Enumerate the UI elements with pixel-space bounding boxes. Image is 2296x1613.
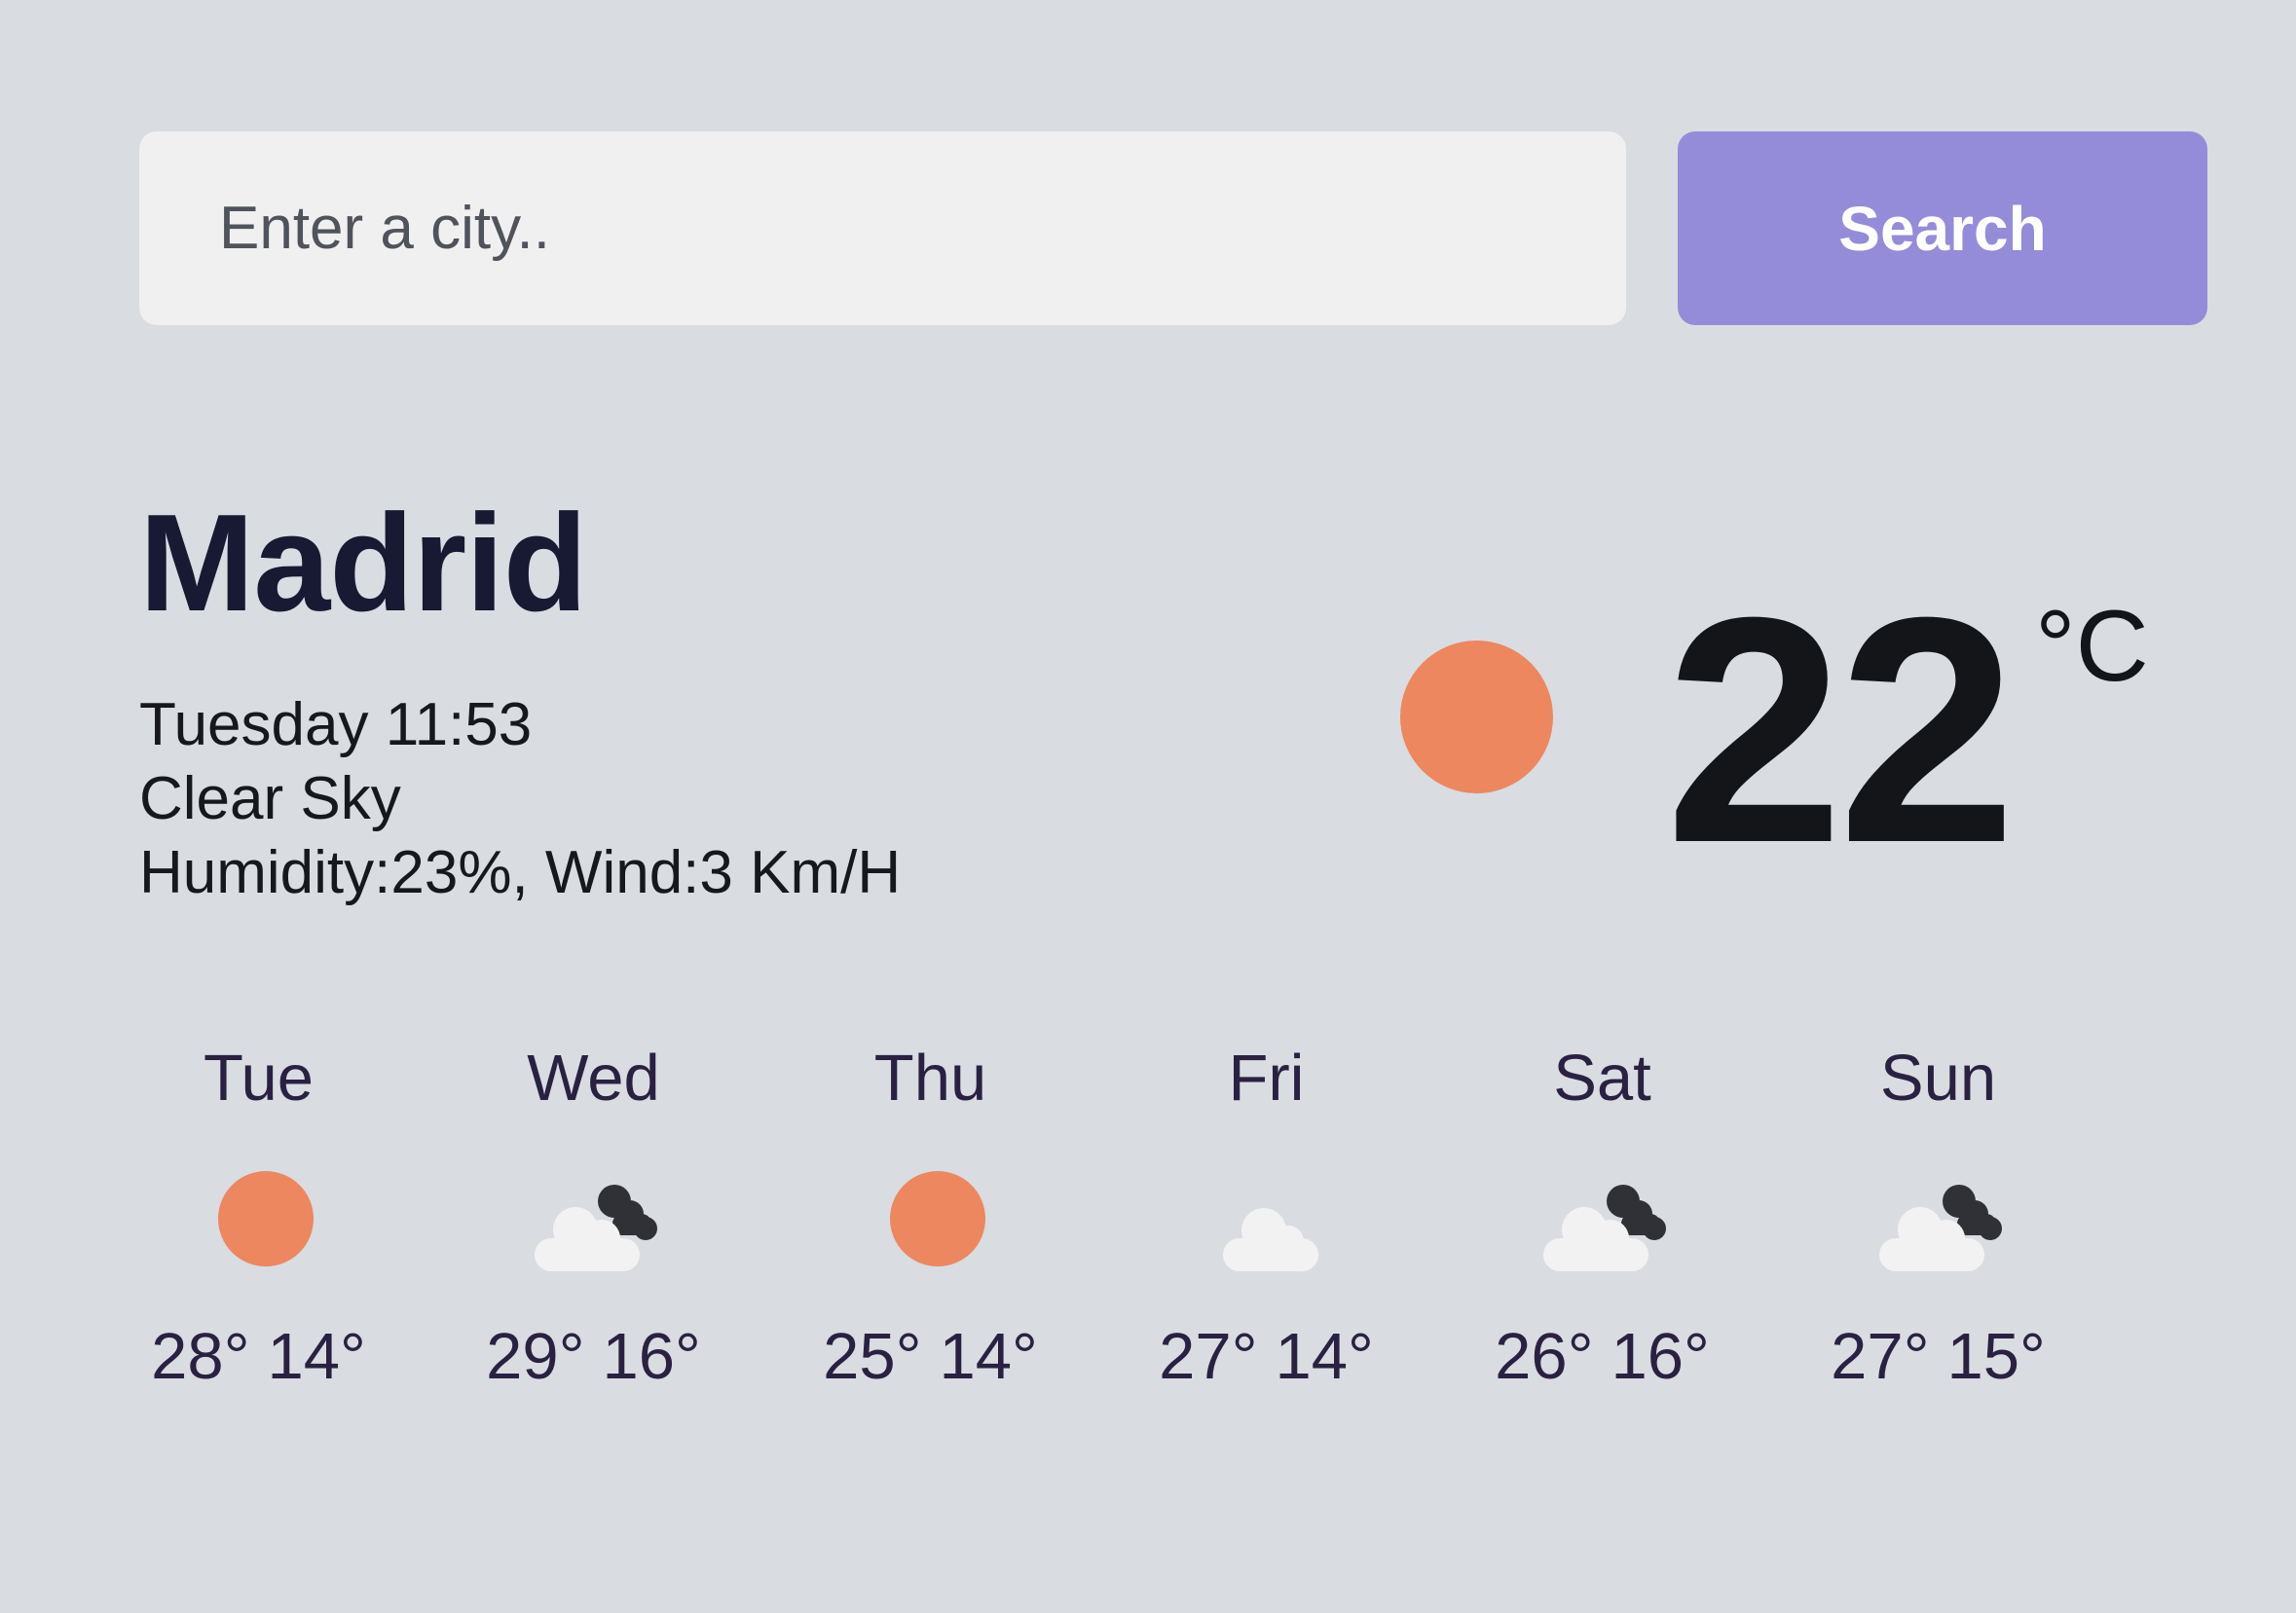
forecast-max-temp: 26° — [1495, 1320, 1594, 1393]
forecast-day: Sat 26° 16° — [1434, 1040, 1770, 1396]
current-details: Tuesday 11:53 Clear Sky Humidity:23%, Wi… — [139, 688, 901, 910]
cloudy-icon — [521, 1160, 667, 1277]
cloud-icon — [1194, 1160, 1340, 1277]
forecast-day-name: Tue — [204, 1042, 314, 1115]
temperature-unit: °C — [2035, 590, 2149, 703]
city-search-input[interactable] — [139, 131, 1626, 325]
forecast-temps: 26° 16° — [1434, 1318, 1770, 1396]
forecast-temps: 27° 14° — [1098, 1318, 1434, 1396]
cloudy-icon — [1866, 1160, 2012, 1277]
forecast-day-name: Wed — [527, 1042, 660, 1115]
forecast-temps: 28° 14° — [91, 1318, 426, 1396]
city-name: Madrid — [139, 486, 587, 641]
forecast-day: Fri 27° 14° — [1098, 1040, 1434, 1396]
forecast-day-name: Fri — [1228, 1042, 1305, 1115]
forecast-min-temp: 14° — [1275, 1320, 1374, 1393]
forecast-min-temp: 14° — [939, 1320, 1038, 1393]
current-humidity-wind: Humidity:23%, Wind:3 Km/H — [139, 839, 902, 906]
forecast-min-temp: 14° — [267, 1320, 366, 1393]
forecast: Tue 28° 14° Wed 29° 16° Thu 25° 14° Fri … — [0, 1040, 2296, 1429]
forecast-day: Tue 28° 14° — [91, 1040, 426, 1396]
current-condition: Clear Sky — [139, 765, 401, 832]
forecast-day-name: Thu — [873, 1042, 987, 1115]
search-button[interactable]: Search — [1678, 131, 2207, 325]
forecast-max-temp: 25° — [823, 1320, 922, 1393]
sun-icon — [1400, 641, 1553, 793]
forecast-min-temp: 16° — [1611, 1320, 1710, 1393]
forecast-temps: 27° 15° — [1770, 1318, 2106, 1396]
current-temperature: 22 — [1665, 550, 2017, 909]
forecast-max-temp: 29° — [486, 1320, 585, 1393]
forecast-day-name: Sun — [1879, 1042, 1997, 1115]
forecast-min-temp: 16° — [602, 1320, 701, 1393]
forecast-max-temp: 27° — [1159, 1320, 1258, 1393]
forecast-day: Wed 29° 16° — [426, 1040, 761, 1396]
forecast-temps: 25° 14° — [762, 1318, 1098, 1396]
forecast-min-temp: 15° — [1946, 1320, 2046, 1393]
forecast-day: Thu 25° 14° — [762, 1040, 1098, 1396]
sun-icon — [186, 1160, 332, 1277]
current-datetime: Tuesday 11:53 — [139, 691, 533, 758]
forecast-max-temp: 28° — [151, 1320, 250, 1393]
forecast-day-name: Sat — [1553, 1042, 1651, 1115]
sun-icon — [858, 1160, 1004, 1277]
weather-app: Search Madrid Tuesday 11:53 Clear Sky Hu… — [0, 0, 2296, 1613]
cloudy-icon — [1530, 1160, 1676, 1277]
forecast-temps: 29° 16° — [426, 1318, 761, 1396]
forecast-day: Sun 27° 15° — [1770, 1040, 2106, 1396]
forecast-max-temp: 27° — [1831, 1320, 1930, 1393]
